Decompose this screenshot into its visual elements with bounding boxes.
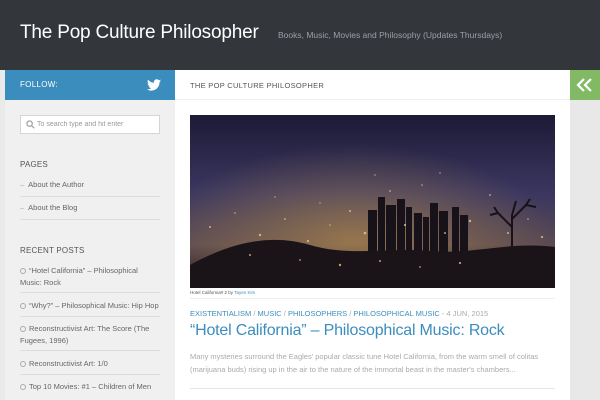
recent-post-item[interactable]: Reconstructivist Art: The Score (The Fug… (20, 323, 160, 347)
recent-post-item[interactable]: Reconstructivist Art: 1/0 (20, 358, 160, 370)
recent-post-label[interactable]: Top 10 Movies: #1 – Children of Men (29, 382, 151, 391)
page-link-label[interactable]: About the Blog (28, 203, 77, 212)
double-chevron-left-icon (576, 78, 592, 92)
post-excerpt: Many mysteries surround the Eagles' popu… (190, 352, 539, 374)
category-link[interactable]: PHILOSOPHICAL MUSIC (353, 309, 439, 318)
dash-icon: – (20, 180, 25, 189)
main-header: THE POP CULTURE PHILOSOPHER (175, 70, 570, 100)
circle-bullet-icon (20, 383, 26, 390)
site-header: The Pop Culture Philosopher Books, Music… (0, 0, 600, 70)
page-link-about-author[interactable]: – About the Author (20, 180, 84, 189)
divider (20, 292, 160, 293)
site-title[interactable]: The Pop Culture Philosopher (20, 22, 259, 44)
circle-bullet-icon (20, 302, 26, 309)
search-box[interactable] (20, 115, 160, 134)
twitter-icon[interactable] (147, 79, 161, 91)
image-caption: Hotel California# 2 by Tayen Kim (190, 290, 255, 295)
recent-post-item[interactable]: “Hotel California” – Philosophical Music… (20, 265, 160, 289)
dash-icon: – (20, 203, 25, 212)
post-categories: EXISTENTIALISM / MUSIC / PHILOSOPHERS / … (190, 309, 488, 318)
divider (20, 374, 160, 375)
post-title[interactable]: “Hotel California” – Philosophical Music… (190, 322, 505, 340)
pages-widget-title: PAGES (20, 160, 48, 169)
circle-bullet-icon (20, 267, 26, 274)
site-tagline: Books, Music, Movies and Philosophy (Upd… (278, 30, 503, 40)
divider (20, 196, 160, 197)
circle-bullet-icon (20, 360, 26, 367)
divider (190, 298, 555, 299)
post-date: 4 JUN, 2015 (446, 309, 489, 318)
right-sidebar-collapsed (570, 70, 600, 400)
divider (20, 350, 160, 351)
divider (190, 388, 555, 389)
caption-text: Hotel California# 2 by (190, 290, 235, 295)
divider (20, 219, 160, 220)
featured-image[interactable] (190, 115, 555, 288)
circle-bullet-icon (20, 325, 26, 332)
recent-post-label[interactable]: Reconstructivist Art: 1/0 (29, 359, 108, 368)
sidebar: FOLLOW: PAGES –About the Author –About t… (5, 70, 175, 400)
caption-link[interactable]: Tayen Kim (234, 290, 255, 295)
recent-post-label[interactable]: “Hotel California” – Philosophical Music… (20, 266, 138, 287)
category-link[interactable]: EXISTENTIALISM (190, 309, 251, 318)
page-link-about-blog[interactable]: – About the Blog (20, 203, 77, 212)
separator: - (439, 309, 447, 318)
category-link[interactable]: PHILOSOPHERS (288, 309, 347, 318)
page-link-label[interactable]: About the Author (28, 180, 84, 189)
recent-posts-widget-title: RECENT POSTS (20, 246, 85, 255)
category-link[interactable]: MUSIC (258, 309, 282, 318)
main-content: THE POP CULTURE PHILOSOPHER Hotel Califo… (175, 70, 570, 400)
divider (20, 316, 160, 317)
recent-post-label[interactable]: Reconstructivist Art: The Score (The Fug… (20, 324, 149, 345)
recent-post-label[interactable]: “Why?” – Philosophical Music: Hip Hop (29, 301, 159, 310)
sidebar-toggle-button[interactable] (570, 70, 600, 100)
follow-bar: FOLLOW: (5, 70, 175, 100)
search-icon (26, 120, 35, 129)
follow-label: FOLLOW: (20, 80, 58, 89)
recent-post-item[interactable]: Top 10 Movies: #1 – Children of Men (20, 381, 160, 393)
recent-post-item[interactable]: “Why?” – Philosophical Music: Hip Hop (20, 300, 160, 312)
page-title: THE POP CULTURE PHILOSOPHER (190, 81, 325, 90)
search-input[interactable] (37, 118, 157, 131)
